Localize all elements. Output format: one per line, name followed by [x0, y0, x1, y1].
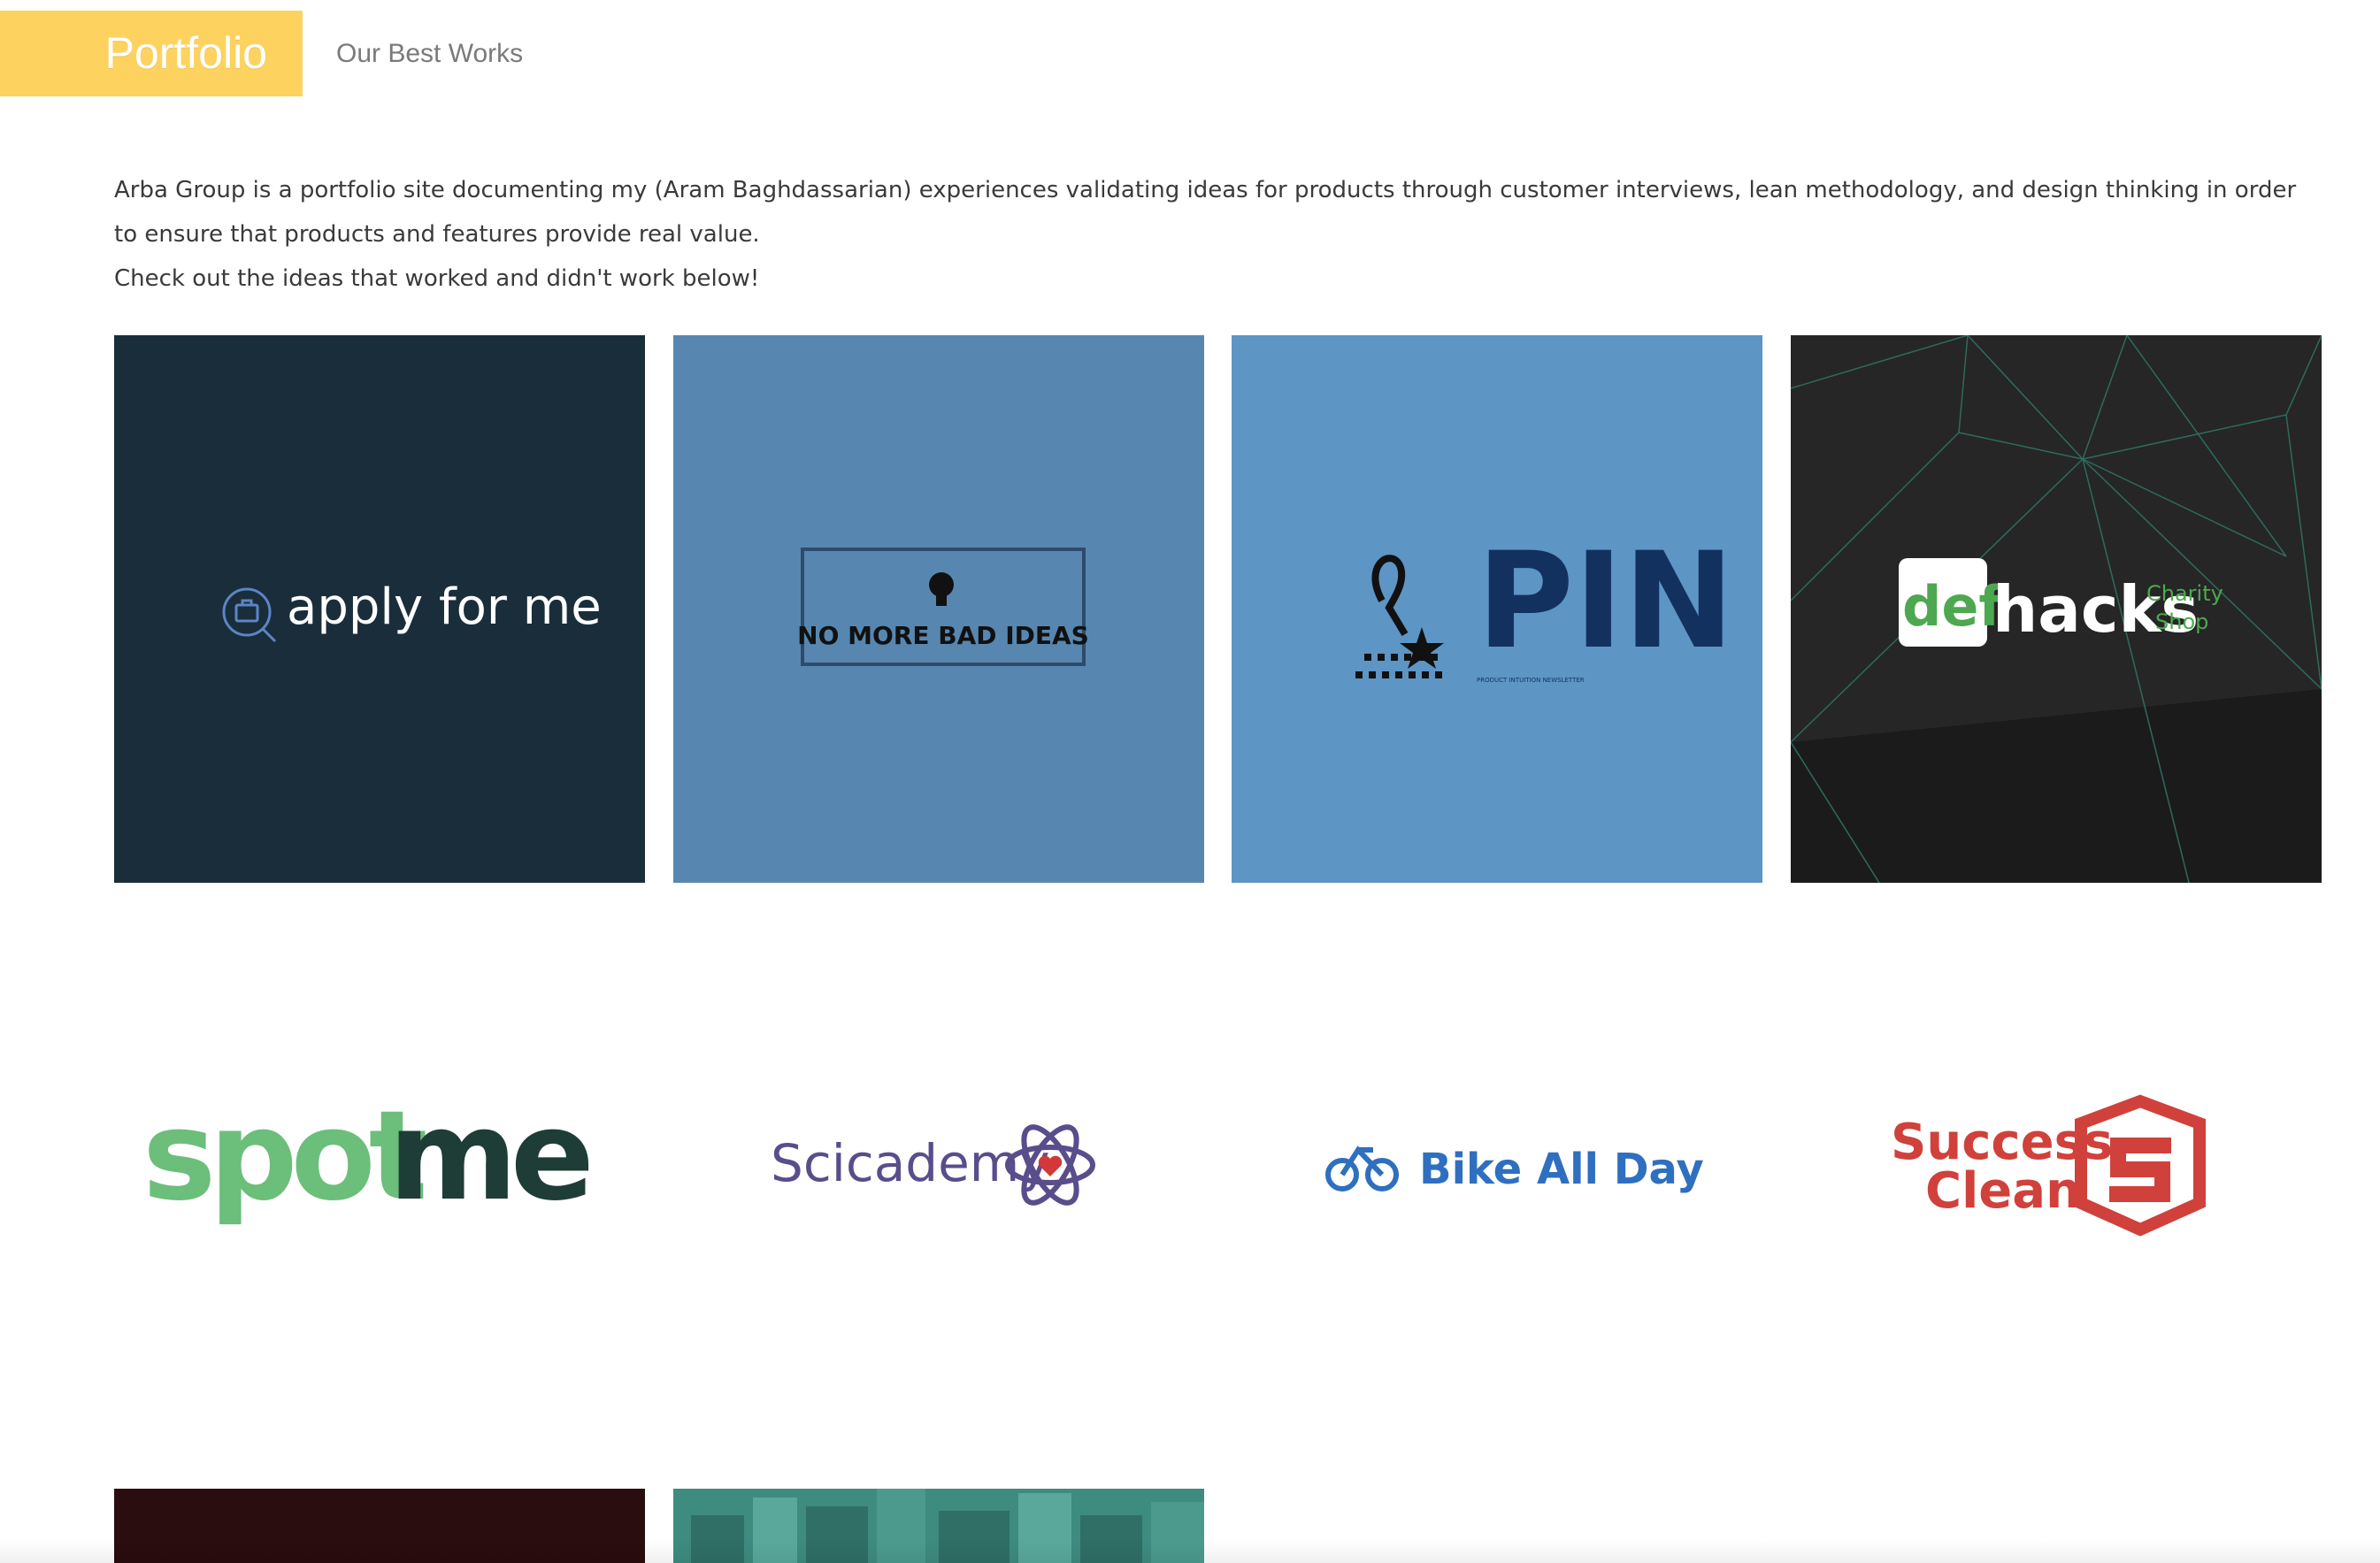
logo-line: Clean [1925, 1162, 2081, 1220]
scicademy-logo: Scicademy [771, 1124, 1095, 1206]
project-name: Charity [2146, 581, 2223, 606]
project-name: def [1902, 574, 2003, 639]
project-name: NO MORE BAD IDEAS [797, 621, 1089, 650]
success-clean-logo: Success Clean [1891, 1094, 2206, 1237]
project-tagline: PRODUCT INTUITION NEWSLETTER [1477, 677, 1585, 684]
project-name: PIN [1477, 525, 1734, 678]
logo-bike-all-day[interactable]: Bike All Day [1232, 1061, 1762, 1274]
logo-part: me [388, 1084, 589, 1229]
intro-paragraph: Arba Group is a portfolio site documenti… [114, 177, 2297, 248]
project-tile-pin[interactable]: PIN PRODUCT INTUITION NEWSLETTER [1232, 335, 1762, 883]
logo-spotme[interactable]: spot me [114, 1061, 645, 1274]
bicycle-icon [1325, 1145, 1399, 1191]
project-tile-no-more-bad-ideas[interactable]: NO MORE BAD IDEAS [673, 335, 1204, 883]
page-title: Portfolio [0, 11, 303, 96]
intro-paragraph: Check out the ideas that worked and didn… [114, 265, 760, 292]
pin-logo: PIN PRODUCT INTUITION NEWSLETTER [1355, 525, 1734, 684]
defhacks-logo: def hacks Charity Shop [1791, 335, 2322, 883]
logo-success-clean[interactable]: Success Clean [1791, 1061, 2322, 1274]
bike-all-day-logo: Bike All Day [1325, 1145, 1704, 1194]
apply-for-me-logo: apply for me [222, 578, 602, 643]
pin-ribbon-star-icon [1355, 555, 1444, 678]
lightbulb-icon [929, 572, 954, 606]
logo-part: spot [142, 1084, 426, 1229]
page-subtitle: Our Best Works [336, 39, 524, 68]
logo-name: Bike All Day [1419, 1145, 1704, 1194]
project-name: Shop [2155, 609, 2208, 634]
no-more-bad-ideas-logo: NO MORE BAD IDEAS [797, 548, 1089, 666]
scroll-shadow [0, 1539, 2380, 1563]
spotme-logo: spot me [142, 1084, 596, 1229]
briefcase-search-icon [222, 587, 277, 643]
project-tile-defhacks[interactable]: def hacks Charity Shop [1791, 335, 2322, 883]
project-name: apply for me [287, 578, 602, 636]
logo-scicademy[interactable]: Scicademy [673, 1061, 1204, 1274]
intro-text: Arba Group is a portfolio site documenti… [114, 168, 2308, 301]
page-header: Portfolio Our Best Works [0, 0, 2380, 97]
project-tile-apply-for-me[interactable]: apply for me [114, 335, 645, 883]
